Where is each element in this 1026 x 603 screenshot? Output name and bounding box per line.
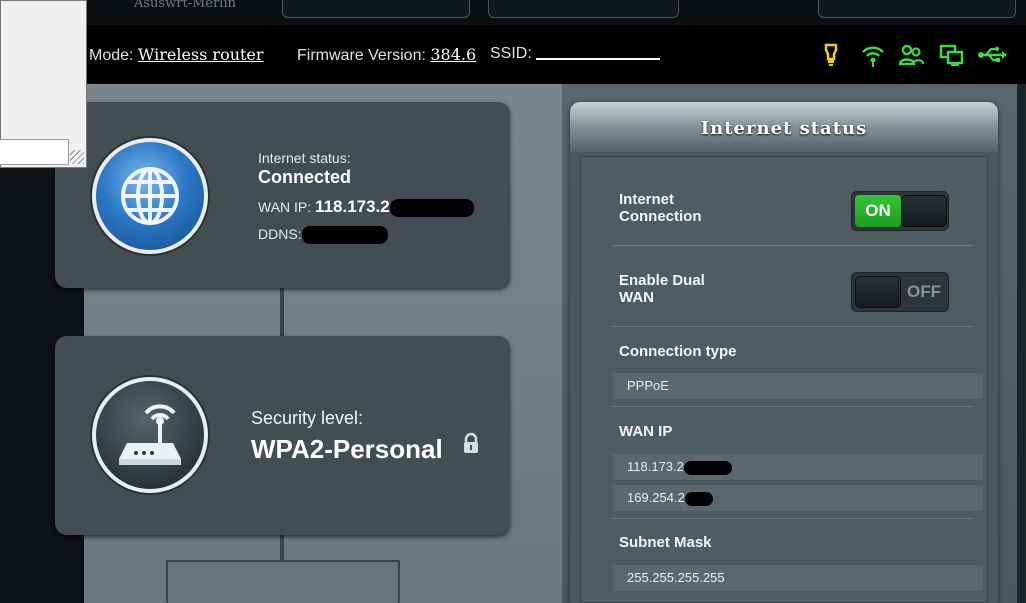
dual-wan-toggle[interactable]: OFF (851, 272, 949, 312)
ddns-label: DDNS: (258, 226, 302, 242)
wan-ip-section-label: WAN IP (619, 423, 673, 440)
internet-connection-toggle[interactable]: ON (851, 191, 949, 231)
resize-grip-icon[interactable] (70, 150, 84, 164)
connection-type-value: PPPoE (627, 378, 669, 393)
router-security-card[interactable]: Security level: WPA2-Personal (55, 336, 510, 535)
wan-ip-text: 118.173.2 (627, 459, 684, 474)
redacted-block (301, 226, 388, 245)
redacted-block (683, 460, 732, 475)
connection-type-row: PPPoE (613, 373, 983, 399)
firmware-link[interactable]: 384.6 (430, 45, 476, 64)
screens-icon[interactable] (939, 42, 965, 68)
top-nav-button-3[interactable] (818, 0, 1016, 18)
redacted-block (389, 199, 474, 218)
firmware-info: Firmware Version: 384.6 (297, 45, 476, 65)
subnet-mask-row: 255.255.255.255 (613, 565, 983, 591)
wan-ip-row: 118.173.2 (613, 454, 983, 480)
brand-text: Asuswrt-Merlin (134, 0, 236, 11)
wan-ip-value-2: 169.254.2 (627, 490, 713, 506)
security-level-value: WPA2-Personal (251, 434, 443, 464)
internet-status-panel: Internet status Internet Connection ON E… (570, 102, 998, 603)
main-right-edge (1017, 84, 1026, 603)
overlay-text-field[interactable] (0, 139, 69, 165)
lock-icon (462, 432, 480, 454)
wan-ip-label: WAN IP: (258, 199, 312, 215)
panel-body: Internet Connection ON Enable Dual WAN O… (580, 156, 988, 603)
client-box[interactable] (166, 560, 400, 603)
firmware-label: Firmware Version: (297, 47, 426, 64)
toggle-knob (901, 195, 947, 227)
mode-label: Mode: (89, 47, 134, 64)
map-connector-line (280, 535, 284, 560)
top-nav-button-2[interactable] (488, 0, 679, 18)
usb-icon[interactable] (978, 42, 1007, 68)
security-level-label: Security level: (251, 408, 364, 428)
ssid-value[interactable] (536, 50, 661, 60)
users-icon[interactable] (898, 42, 925, 68)
internet-status-value: Connected (258, 167, 352, 187)
divider (613, 406, 973, 407)
router-info-bar: Mode: Wireless router Firmware Version: … (0, 26, 1026, 84)
overlay-window[interactable] (0, 0, 87, 168)
divider (613, 245, 973, 246)
panel-header: Internet status (570, 102, 998, 152)
toggle-off-label: OFF (907, 282, 941, 301)
ssid-info: SSID: (490, 45, 661, 63)
redacted-block (684, 491, 713, 506)
wan-ip-value: 118.173.2 (315, 197, 390, 216)
wan-ip-value-1: 118.173.2 (627, 459, 732, 475)
mode-info: Mode: Wireless router (89, 45, 264, 65)
wan-ip-row: 169.254.2 (613, 485, 983, 511)
connection-type-label: Connection type (619, 343, 737, 360)
toggle-on-label: ON (855, 195, 901, 227)
top-nav-button-1[interactable] (282, 0, 470, 18)
wifi-icon[interactable] (860, 42, 886, 68)
internet-status-card[interactable]: Internet status: Connected WAN IP: 118.1… (55, 102, 510, 288)
internet-connection-label: Internet Connection (619, 191, 702, 225)
wan-ip-info: WAN IP: 118.173.2 (258, 197, 474, 218)
subnet-mask-value: 255.255.255.255 (627, 570, 725, 585)
ssid-label: SSID: (490, 45, 532, 62)
dual-wan-label: Enable Dual WAN (619, 272, 705, 306)
ddns-info: DDNS: (258, 226, 388, 245)
lightbulb-icon[interactable] (818, 42, 844, 68)
divider (613, 518, 973, 519)
internet-status-label: Internet status: (258, 150, 351, 166)
map-connector-line (280, 288, 284, 336)
mode-link[interactable]: Wireless router (138, 45, 264, 64)
toggle-knob (855, 276, 901, 308)
panel-title: Internet status (700, 118, 868, 139)
subnet-mask-label: Subnet Mask (619, 534, 712, 551)
wan-ip-text: 169.254.2 (627, 490, 685, 505)
top-nav-strip: Asuswrt-Merlin (0, 0, 1026, 26)
router-icon[interactable] (92, 377, 208, 493)
divider (613, 326, 973, 327)
globe-icon[interactable] (92, 138, 208, 254)
